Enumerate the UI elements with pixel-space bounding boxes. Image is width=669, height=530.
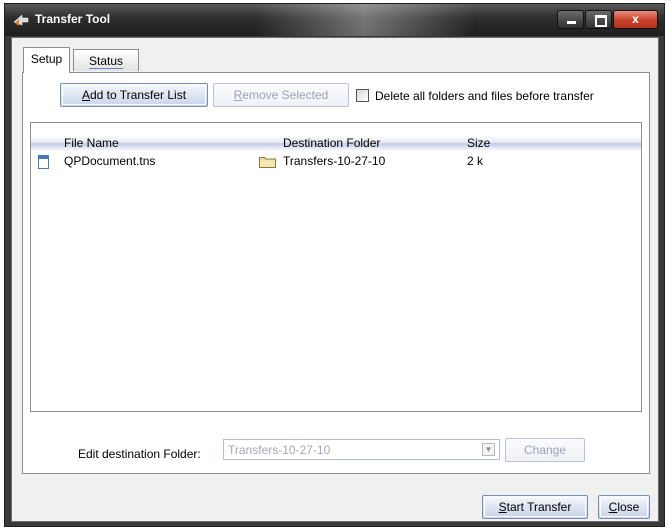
- close-label-rest: lose: [617, 500, 640, 514]
- column-file-name[interactable]: File Name: [64, 136, 119, 150]
- list-header: File Name Destination Folder Size: [31, 135, 641, 151]
- minimize-button[interactable]: [557, 10, 584, 29]
- tab-setup-label: Setup: [30, 52, 63, 66]
- document-icon: [38, 155, 49, 169]
- close-window-button[interactable]: x: [613, 10, 658, 29]
- table-row[interactable]: QPDocument.tns Transfers-10-27-10 2 k: [31, 153, 641, 171]
- client-area: Setup Status Add to Transfer List Remove…: [11, 37, 659, 522]
- remove-selected-button[interactable]: Remove Selected: [213, 83, 349, 107]
- close-button[interactable]: Close: [598, 495, 650, 519]
- add-label-rest: dd to Transfer List: [89, 88, 187, 102]
- column-size[interactable]: Size: [467, 136, 490, 150]
- tab-status[interactable]: Status: [73, 49, 139, 71]
- start-mnemonic: S: [498, 500, 507, 514]
- tab-status-label: Status: [88, 54, 124, 69]
- remove-button-label: Remove Selected: [234, 88, 329, 102]
- title-bar[interactable]: Transfer Tool x: [5, 4, 664, 36]
- close-icon: x: [632, 12, 639, 26]
- row-destination: Transfers-10-27-10: [283, 154, 386, 168]
- add-button-label: Add to Transfer List: [82, 88, 186, 102]
- transfer-tool-window: Transfer Tool x Setup Status Add to Tran…: [4, 3, 665, 527]
- start-transfer-button[interactable]: Start Transfer: [482, 495, 588, 519]
- column-destination-folder[interactable]: Destination Folder: [283, 136, 380, 150]
- destination-folder-value: Transfers-10-27-10: [228, 443, 331, 457]
- row-file-name: QPDocument.tns: [64, 154, 156, 168]
- maximize-button[interactable]: [585, 10, 612, 29]
- chevron-down-icon[interactable]: ▼: [482, 443, 495, 456]
- change-button-label: Change: [523, 443, 567, 457]
- minimize-icon: [567, 21, 576, 24]
- setup-panel: Add to Transfer List Remove Selected Del…: [22, 72, 650, 474]
- maximize-icon: [595, 15, 607, 27]
- start-transfer-label: Start Transfer: [499, 500, 572, 514]
- transfer-file-list[interactable]: File Name Destination Folder Size QPDocu…: [30, 122, 642, 412]
- change-button[interactable]: Change: [505, 438, 585, 462]
- window-title: Transfer Tool: [35, 12, 111, 26]
- app-icon: [13, 14, 29, 26]
- tab-setup[interactable]: Setup: [23, 47, 70, 73]
- add-mnemonic: A: [81, 88, 90, 102]
- add-to-transfer-list-button[interactable]: Add to Transfer List: [60, 83, 208, 107]
- remove-label-rest: emove Selected: [242, 88, 329, 102]
- delete-before-transfer-checkbox[interactable]: [356, 89, 369, 102]
- title-bar-shine: [255, 4, 475, 36]
- folder-icon: [259, 157, 276, 168]
- edit-destination-label: Edit destination Folder:: [78, 447, 201, 461]
- destination-folder-combo[interactable]: Transfers-10-27-10 ▼: [223, 439, 500, 460]
- remove-mnemonic: R: [233, 88, 243, 102]
- row-size: 2 k: [467, 154, 484, 168]
- start-label-rest: tart Transfer: [506, 500, 572, 514]
- delete-before-transfer-label: Delete all folders and files before tran…: [375, 89, 594, 103]
- close-button-label: Close: [609, 500, 640, 514]
